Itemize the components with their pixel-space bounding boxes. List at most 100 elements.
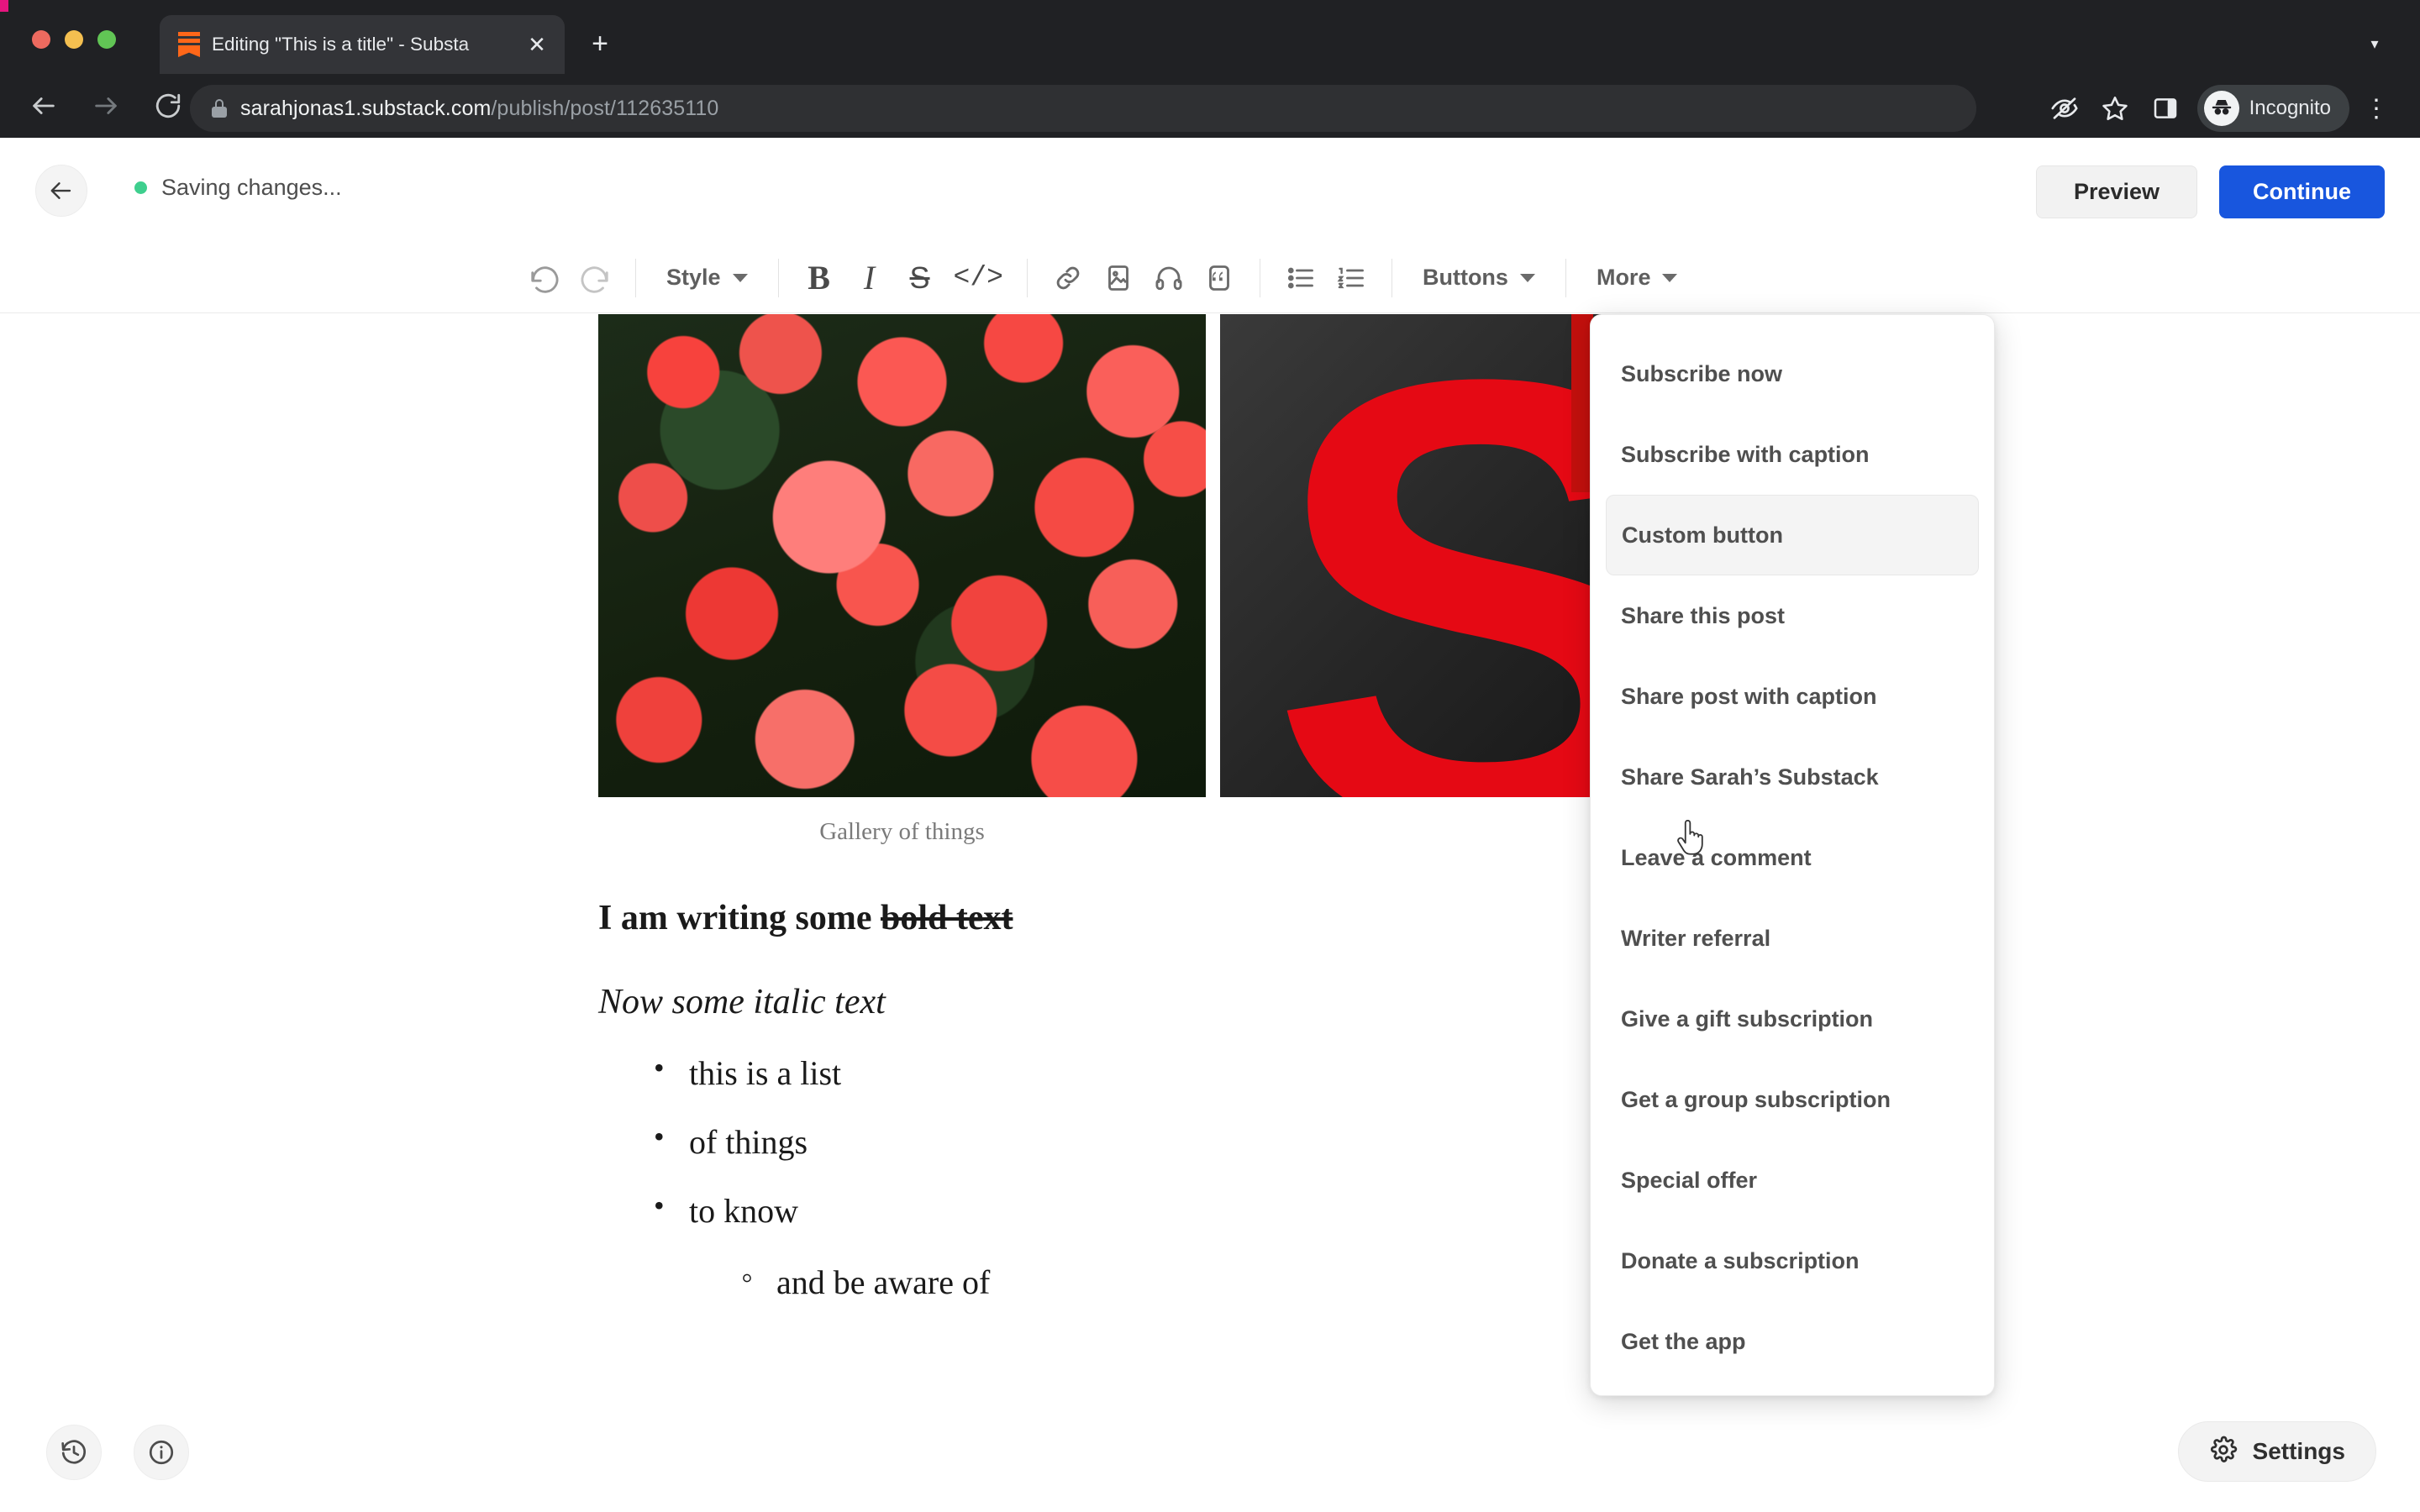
eye-slash-icon[interactable] xyxy=(2041,85,2088,132)
editor-header: Saving changes... Preview Continue xyxy=(0,138,2420,243)
bullet-list-icon[interactable] xyxy=(1276,253,1326,303)
gallery-image-flowers[interactable] xyxy=(598,314,1206,797)
address-bar-url: sarahjonas1.substack.com/publish/post/11… xyxy=(240,97,718,121)
save-status-dot xyxy=(134,181,147,194)
side-panel-icon[interactable] xyxy=(2142,85,2189,132)
editor-canvas[interactable]: S Gallery of things I am writing some bo… xyxy=(0,314,2420,1512)
browser-menu-icon[interactable]: ⋮ xyxy=(2353,85,2400,132)
browser-chrome: Editing "This is a title" - Substa ✕ + ▾… xyxy=(0,0,2420,138)
list-item[interactable]: this is a list xyxy=(654,1050,990,1093)
style-dropdown[interactable]: Style xyxy=(651,253,763,303)
paragraph-bold-struck: bold text xyxy=(880,899,1013,937)
url-path: /publish/post/112635110 xyxy=(491,96,719,120)
back-navigation-icon[interactable] xyxy=(20,82,67,129)
more-label: More xyxy=(1596,265,1651,290)
minimize-window-button[interactable] xyxy=(65,30,83,49)
maximize-window-button[interactable] xyxy=(97,30,116,49)
menu-item-get-the-app[interactable]: Get the app xyxy=(1606,1301,1979,1382)
history-clock-icon[interactable] xyxy=(46,1425,102,1480)
editor-sub-list[interactable]: and be aware of xyxy=(741,1257,990,1302)
close-window-button[interactable] xyxy=(32,30,50,49)
browser-tab[interactable]: Editing "This is a title" - Substa ✕ xyxy=(160,15,565,74)
incognito-icon xyxy=(2203,91,2239,126)
toolbar-divider xyxy=(635,258,636,297)
list-item-label: to know xyxy=(689,1192,798,1230)
continue-button[interactable]: Continue xyxy=(2219,165,2385,218)
browser-omnibar: sarahjonas1.substack.com/publish/post/11… xyxy=(0,74,2420,138)
sub-list-item[interactable]: and be aware of xyxy=(741,1257,990,1302)
lock-icon xyxy=(212,99,227,118)
menu-item-donate-a-subscription[interactable]: Donate a subscription xyxy=(1606,1221,1979,1301)
menu-item-share-this-post[interactable]: Share this post xyxy=(1606,575,1979,656)
quote-icon[interactable] xyxy=(1194,253,1244,303)
new-tab-button[interactable]: + xyxy=(580,24,620,64)
toolbar-divider xyxy=(1565,258,1566,297)
info-icon[interactable] xyxy=(134,1425,189,1480)
menu-item-leave-a-comment[interactable]: Leave a comment xyxy=(1606,817,1979,898)
italic-button[interactable]: I xyxy=(844,253,895,303)
address-bar[interactable]: sarahjonas1.substack.com/publish/post/11… xyxy=(190,85,1976,132)
save-status-text: Saving changes... xyxy=(161,175,342,200)
editor-back-button[interactable] xyxy=(35,165,87,217)
close-tab-icon[interactable]: ✕ xyxy=(519,27,555,62)
editor-bullet-list[interactable]: this is a list of things to know and be … xyxy=(654,1050,990,1331)
incognito-profile-button[interactable]: Incognito xyxy=(2196,85,2349,132)
more-dropdown-trigger[interactable]: More xyxy=(1581,253,1693,303)
menu-item-writer-referral[interactable]: Writer referral xyxy=(1606,898,1979,979)
link-icon[interactable] xyxy=(1043,253,1093,303)
image-icon[interactable] xyxy=(1093,253,1144,303)
code-label: </> xyxy=(953,262,1003,293)
strikethrough-label: S xyxy=(909,260,930,295)
editor-footer-left xyxy=(46,1425,189,1480)
bold-label: B xyxy=(808,259,830,297)
strikethrough-button[interactable]: S xyxy=(895,253,945,303)
menu-item-custom-button[interactable]: Custom button xyxy=(1606,495,1979,575)
numbered-list-icon[interactable] xyxy=(1326,253,1376,303)
toolbar-divider xyxy=(777,258,779,297)
paragraph-italic[interactable]: Now some italic text xyxy=(598,982,886,1022)
gallery-caption[interactable]: Gallery of things xyxy=(598,818,1206,846)
list-item[interactable]: to know and be aware of xyxy=(654,1188,990,1302)
buttons-dropdown-trigger[interactable]: Buttons xyxy=(1407,253,1550,303)
omnibar-actions: Incognito ⋮ xyxy=(2041,85,2400,132)
undo-icon[interactable] xyxy=(519,253,570,303)
app-root: Editing "This is a title" - Substa ✕ + ▾… xyxy=(0,0,2420,1512)
incognito-label: Incognito xyxy=(2249,97,2331,119)
forward-navigation-icon[interactable] xyxy=(82,82,129,129)
paragraph-bold-plain: I am writing some xyxy=(598,899,881,937)
chevron-down-icon xyxy=(1662,273,1678,282)
chevron-down-icon xyxy=(1519,273,1535,282)
menu-item-special-offer[interactable]: Special offer xyxy=(1606,1140,1979,1221)
italic-label: I xyxy=(863,259,876,297)
settings-label: Settings xyxy=(2252,1438,2345,1464)
window-traffic-lights[interactable] xyxy=(32,30,116,49)
menu-item-give-gift-subscription[interactable]: Give a gift subscription xyxy=(1606,979,1979,1059)
browser-tabstrip: Editing "This is a title" - Substa ✕ + ▾ xyxy=(0,0,2420,74)
style-label: Style xyxy=(666,265,721,290)
editor-toolbar: Style B I S </> Buttons More xyxy=(0,243,2420,313)
substack-favicon-icon xyxy=(178,32,200,57)
preview-button[interactable]: Preview xyxy=(2035,165,2198,218)
list-item[interactable]: of things xyxy=(654,1119,990,1162)
menu-item-subscribe-now[interactable]: Subscribe now xyxy=(1606,333,1979,414)
editor-header-actions: Preview Continue xyxy=(2035,165,2385,218)
paragraph-bold[interactable]: I am writing some bold text xyxy=(598,898,1013,938)
buttons-dropdown-menu[interactable]: Subscribe now Subscribe with caption Cus… xyxy=(1590,314,1995,1396)
chevron-down-icon[interactable]: ▾ xyxy=(2356,25,2393,62)
audio-icon[interactable] xyxy=(1144,253,1194,303)
code-button[interactable]: </> xyxy=(945,253,1012,303)
star-icon[interactable] xyxy=(2091,85,2139,132)
settings-button[interactable]: Settings xyxy=(2177,1421,2376,1482)
save-status: Saving changes... xyxy=(134,175,342,201)
gear-icon xyxy=(2209,1436,2238,1468)
menu-item-share-post-with-caption[interactable]: Share post with caption xyxy=(1606,656,1979,737)
buttons-label: Buttons xyxy=(1422,265,1508,290)
chevron-down-icon xyxy=(732,273,748,282)
redo-icon[interactable] xyxy=(570,253,620,303)
reload-icon[interactable] xyxy=(145,82,192,129)
url-domain: sarahjonas1.substack.com xyxy=(240,96,492,120)
bold-button[interactable]: B xyxy=(794,253,844,303)
menu-item-get-group-subscription[interactable]: Get a group subscription xyxy=(1606,1059,1979,1140)
menu-item-share-substack[interactable]: Share Sarah’s Substack xyxy=(1606,737,1979,817)
menu-item-subscribe-with-caption[interactable]: Subscribe with caption xyxy=(1606,414,1979,495)
